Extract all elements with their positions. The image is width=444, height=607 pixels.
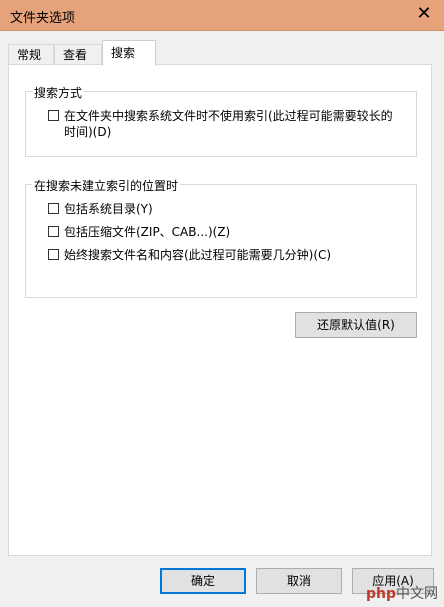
option-compressed-label: 包括压缩文件(ZIP、CAB...)(Z)	[64, 225, 231, 239]
title-bar: 文件夹选项 ✕	[0, 0, 444, 31]
non-indexed-legend: 在搜索未建立索引的位置时	[32, 177, 181, 194]
search-method-group: 搜索方式 在文件夹中搜索系统文件时不使用索引(此过程可能需要较长的时间)(D)	[25, 84, 417, 157]
tab-search[interactable]: 搜索	[102, 40, 156, 66]
checkbox-no-index[interactable]	[48, 110, 59, 121]
checkbox-compressed[interactable]	[48, 226, 59, 237]
checkbox-names-contents[interactable]	[48, 249, 59, 260]
watermark-brand: php	[365, 586, 396, 602]
search-method-legend: 搜索方式	[32, 84, 85, 101]
cancel-button[interactable]: 取消	[256, 568, 342, 594]
restore-defaults-button[interactable]: 还原默认值(R)	[295, 312, 417, 338]
ok-button[interactable]: 确定	[160, 568, 246, 594]
checkbox-system-dirs[interactable]	[48, 203, 59, 214]
close-icon[interactable]: ✕	[414, 4, 434, 24]
option-system-dirs[interactable]: 包括系统目录(Y)	[48, 201, 394, 217]
option-names-contents[interactable]: 始终搜索文件名和内容(此过程可能需要几分钟)(C)	[48, 247, 394, 263]
option-system-dirs-label: 包括系统目录(Y)	[64, 202, 153, 216]
tab-view[interactable]: 查看	[54, 44, 102, 64]
site-watermark: php中文网	[366, 583, 438, 603]
watermark-site: 中文网	[396, 586, 438, 602]
tab-general[interactable]: 常规	[8, 44, 54, 64]
window-title: 文件夹选项	[10, 11, 76, 26]
option-no-index[interactable]: 在文件夹中搜索系统文件时不使用索引(此过程可能需要较长的时间)(D)	[48, 108, 394, 140]
option-compressed[interactable]: 包括压缩文件(ZIP、CAB...)(Z)	[48, 224, 394, 240]
option-names-contents-label: 始终搜索文件名和内容(此过程可能需要几分钟)(C)	[64, 248, 332, 262]
option-no-index-label: 在文件夹中搜索系统文件时不使用索引(此过程可能需要较长的时间)(D)	[64, 109, 393, 139]
non-indexed-group: 在搜索未建立索引的位置时 包括系统目录(Y) 包括压缩文件(ZIP、CAB...…	[25, 177, 417, 298]
tab-panel-search: 搜索方式 在文件夹中搜索系统文件时不使用索引(此过程可能需要较长的时间)(D) …	[8, 64, 432, 556]
